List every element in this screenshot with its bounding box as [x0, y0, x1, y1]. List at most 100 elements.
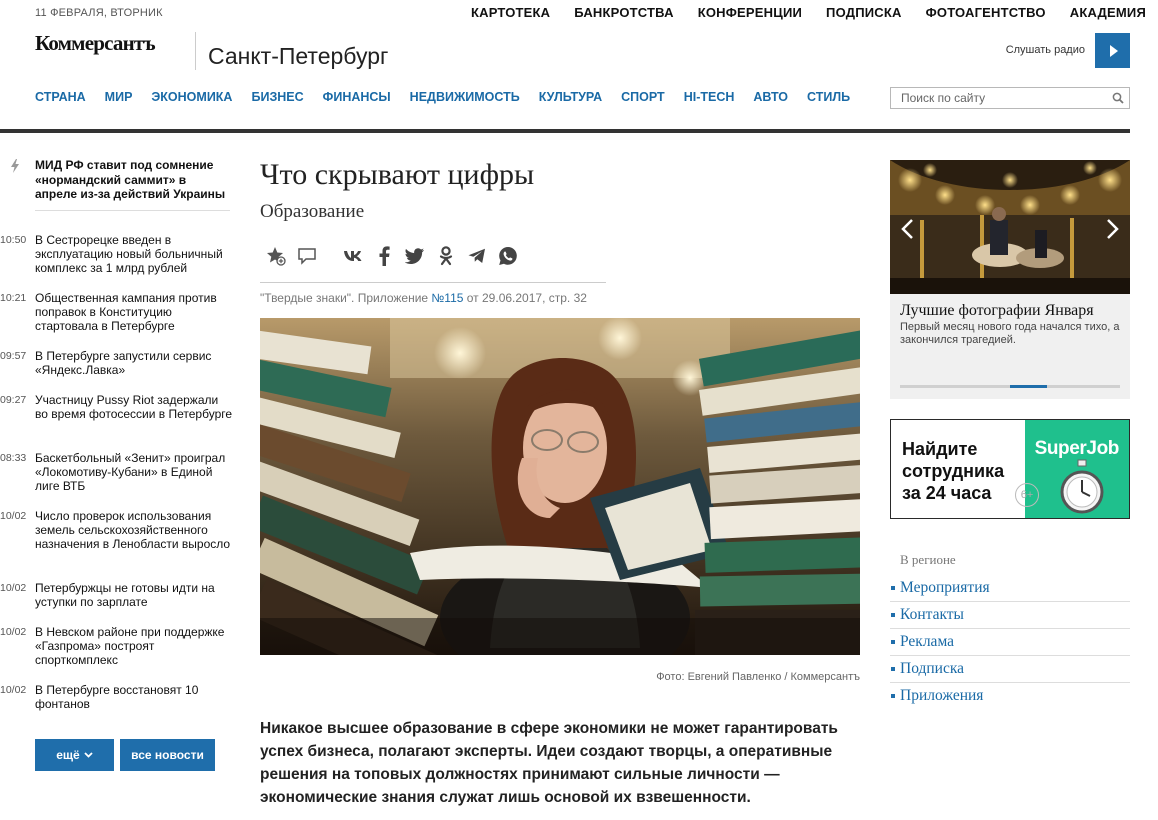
- bookmark-star-icon[interactable]: [265, 245, 287, 267]
- region-link-meropriyatiya[interactable]: Мероприятия: [890, 575, 1130, 602]
- telegram-icon[interactable]: [466, 245, 488, 267]
- region-section-title: В регионе: [900, 552, 956, 567]
- photo-gallery-widget[interactable]: Лучшие фотографии Января Первый месяц но…: [890, 160, 1130, 399]
- ad-line-2: сотрудника: [902, 461, 1005, 481]
- news-time: 10:50: [0, 234, 27, 246]
- stopwatch-icon: [1060, 459, 1104, 514]
- nav-item-hitech[interactable]: HI-TECH: [684, 90, 735, 104]
- top-nav-item-akademiya[interactable]: АКАДЕМИЯ: [1070, 5, 1146, 20]
- radio-label[interactable]: Слушать радио: [1006, 44, 1085, 56]
- nav-item-nedvizhimost[interactable]: НЕДВИЖИМОСТЬ: [410, 90, 520, 104]
- nav-item-finansy[interactable]: ФИНАНСЫ: [323, 90, 391, 104]
- news-time: 10/02: [0, 684, 27, 696]
- region-link-label: Подписка: [900, 660, 965, 677]
- bullet-icon: [891, 640, 895, 644]
- main-nav: СТРАНА МИР ЭКОНОМИКА БИЗНЕС ФИНАНСЫ НЕДВ…: [35, 90, 850, 104]
- region-link-reklama[interactable]: Реклама: [890, 629, 1130, 656]
- photo-credit: Фото: Евгений Павленко / Коммерсантъ: [656, 671, 860, 683]
- ad-brand-logo: SuperJob: [1034, 438, 1120, 459]
- date-label: 11 ФЕВРАЛЯ, ВТОРНИК: [35, 7, 163, 19]
- news-time: 10/02: [0, 626, 27, 638]
- gallery-image[interactable]: [890, 160, 1130, 294]
- news-time: 08:33: [0, 452, 27, 464]
- article-photo: [260, 318, 860, 655]
- region-link-prilozheniya[interactable]: Приложения: [890, 683, 1130, 710]
- gallery-description: Первый месяц нового года начался тихо, а…: [900, 321, 1120, 346]
- city-title[interactable]: Санкт-Петербург: [208, 43, 388, 70]
- chevron-left-icon[interactable]: [900, 218, 914, 240]
- top-nav-item-podpiska[interactable]: ПОДПИСКА: [826, 5, 902, 20]
- article-source: "Твердые знаки". Приложение №115 от 29.0…: [260, 291, 587, 305]
- more-news-label: ещё: [56, 748, 80, 762]
- carousel-photo: [890, 160, 1130, 294]
- region-link-podpiska[interactable]: Подписка: [890, 656, 1130, 683]
- bullet-icon: [891, 586, 895, 590]
- nav-item-avto[interactable]: АВТО: [753, 90, 788, 104]
- radio-play-button[interactable]: [1095, 33, 1130, 68]
- search-input[interactable]: [891, 88, 1101, 108]
- bullet-icon: [891, 613, 895, 617]
- region-links-list: Мероприятия Контакты Реклама Подписка Пр…: [890, 575, 1130, 710]
- nav-item-kultura[interactable]: КУЛЬТУРА: [539, 90, 602, 104]
- header-divider: [0, 129, 1130, 133]
- news-title[interactable]: В Сестрорецке введен в эксплуатацию новы…: [35, 233, 233, 276]
- ad-line-3: за 24 часа: [902, 483, 992, 503]
- news-title[interactable]: В Невском районе при поддержке «Газпрома…: [35, 625, 233, 668]
- region-link-label: Приложения: [900, 687, 984, 704]
- chevron-down-icon: [84, 752, 93, 758]
- more-news-button[interactable]: ещё: [35, 739, 114, 771]
- issue-number-link[interactable]: №115: [431, 291, 463, 305]
- vk-icon[interactable]: [342, 245, 364, 267]
- top-nav-item-bankrotstva[interactable]: БАНКРОТСТВА: [574, 5, 673, 20]
- share-toolbar: [265, 245, 519, 267]
- article-rubric[interactable]: Образование: [260, 201, 364, 223]
- age-rating-badge: 6+: [1015, 483, 1039, 507]
- ad-headline: Найдите сотрудника за 24 часа: [902, 438, 1004, 504]
- all-news-button[interactable]: все новости: [120, 739, 215, 771]
- lead-news-divider: [35, 210, 230, 211]
- region-link-kontakty[interactable]: Контакты: [890, 602, 1130, 629]
- chevron-right-icon[interactable]: [1106, 218, 1120, 240]
- news-title[interactable]: Петербуржцы не готовы идти на уступки по…: [35, 581, 233, 609]
- search-box: [890, 87, 1130, 109]
- news-title[interactable]: Участницу Pussy Riot задержали во время …: [35, 393, 233, 421]
- lightning-icon: [11, 159, 19, 173]
- share-divider: [260, 282, 606, 283]
- news-title[interactable]: Число проверок использования земель сель…: [35, 509, 233, 552]
- article-title: Что скрывают цифры: [260, 158, 535, 191]
- region-link-label: Мероприятия: [900, 579, 990, 596]
- play-icon: [1109, 44, 1118, 57]
- top-nav: КАРТОТЕКА БАНКРОТСТВА КОНФЕРЕНЦИИ ПОДПИС…: [471, 5, 1146, 20]
- odnoklassniki-icon[interactable]: [435, 245, 457, 267]
- ad-line-1: Найдите: [902, 439, 978, 459]
- top-nav-item-fotoagentstvo[interactable]: ФОТОАГЕНТСТВО: [926, 5, 1046, 20]
- news-time: 10/02: [0, 510, 27, 522]
- twitter-icon[interactable]: [404, 245, 426, 267]
- top-nav-item-konferentsii[interactable]: КОНФЕРЕНЦИИ: [698, 5, 802, 20]
- nav-item-strana[interactable]: СТРАНА: [35, 90, 86, 104]
- gallery-title[interactable]: Лучшие фотографии Января: [900, 302, 1094, 320]
- news-title[interactable]: В Петербурге восстановят 10 фонтанов: [35, 683, 233, 711]
- article-lead: Никакое высшее образование в сфере эконо…: [260, 720, 838, 806]
- search-icon[interactable]: [1112, 92, 1124, 104]
- logo-divider: [195, 32, 196, 70]
- news-title[interactable]: В Петербурге запустили сервис «Яндекс.Ла…: [35, 349, 233, 377]
- lead-news-link[interactable]: МИД РФ ставит под сомнение «нормандский …: [35, 158, 230, 202]
- news-time: 10/02: [0, 582, 27, 594]
- nav-item-sport[interactable]: СПОРТ: [621, 90, 665, 104]
- news-title[interactable]: Баскетбольный «Зенит» проиграл «Локомоти…: [35, 451, 233, 494]
- nav-item-mir[interactable]: МИР: [105, 90, 133, 104]
- site-logo[interactable]: Коммерсантъ: [35, 31, 156, 56]
- top-nav-item-kartoteka[interactable]: КАРТОТЕКА: [471, 5, 550, 20]
- nav-item-biznes[interactable]: БИЗНЕС: [251, 90, 303, 104]
- facebook-icon[interactable]: [373, 245, 395, 267]
- bullet-icon: [891, 667, 895, 671]
- comment-icon[interactable]: [296, 245, 318, 267]
- news-title[interactable]: Общественная кампания против поправок в …: [35, 291, 233, 334]
- nav-item-stil[interactable]: СТИЛЬ: [807, 90, 850, 104]
- news-time: 09:27: [0, 394, 27, 406]
- superjob-ad-banner[interactable]: Найдите сотрудника за 24 часа SuperJob 6…: [890, 419, 1130, 519]
- nav-item-ekonomika[interactable]: ЭКОНОМИКА: [151, 90, 232, 104]
- whatsapp-icon[interactable]: [497, 245, 519, 267]
- region-link-label: Контакты: [900, 606, 964, 623]
